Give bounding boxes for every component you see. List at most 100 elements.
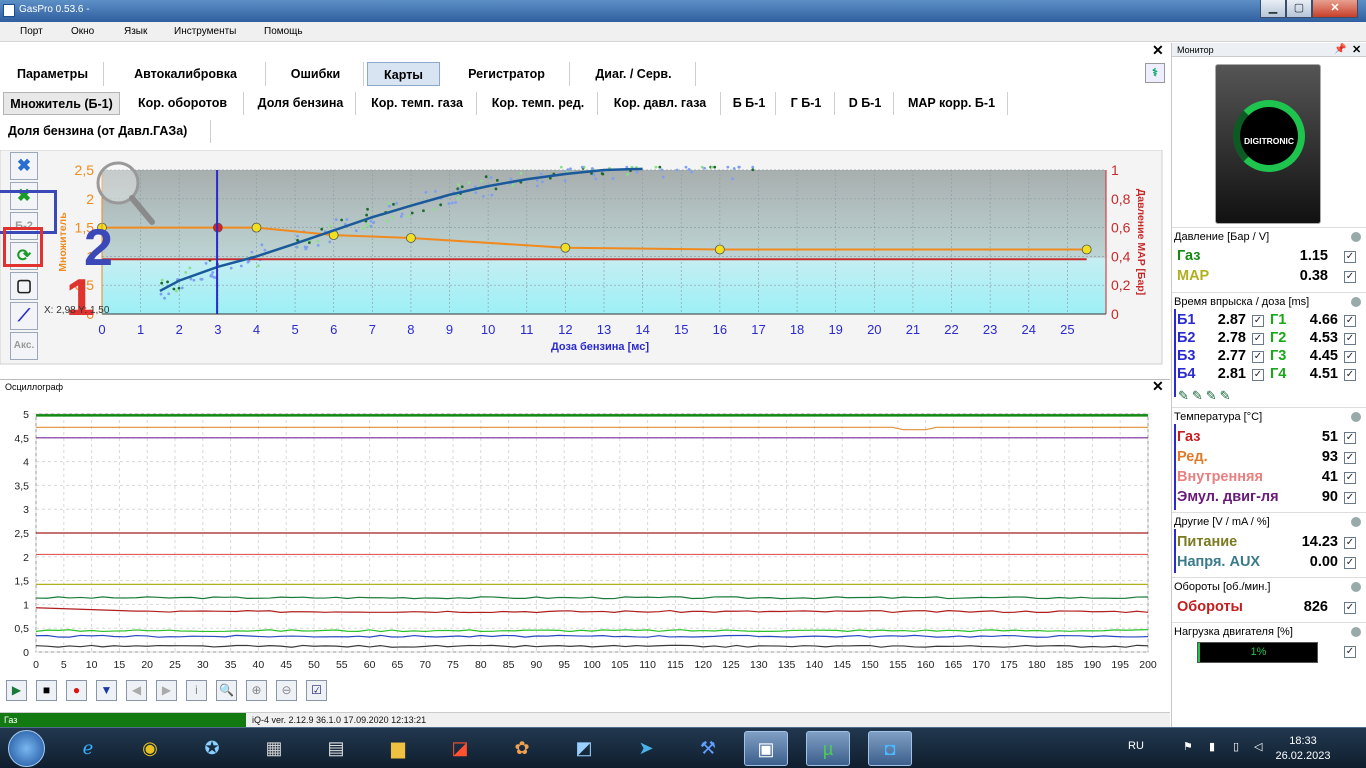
next-icon[interactable]: ▶ xyxy=(156,680,177,701)
rpm-checkbox[interactable]: ✓ xyxy=(1344,602,1356,614)
tab-autocalibration[interactable]: Автокалибровка xyxy=(106,62,266,86)
prev-icon[interactable]: ◀ xyxy=(126,680,147,701)
close-icon[interactable]: ✕ xyxy=(1352,43,1361,56)
temperature-checkbox[interactable]: ✓ xyxy=(1344,492,1356,504)
petrol-injector-checkbox[interactable]: ✓ xyxy=(1252,369,1264,381)
tab-errors[interactable]: Ошибки xyxy=(268,62,364,86)
network-tray-icon[interactable]: ▮ xyxy=(1209,740,1215,753)
eye-icon[interactable] xyxy=(1351,412,1361,422)
notes-icon[interactable]: ◩ xyxy=(562,731,606,766)
pin-icon[interactable]: 📌 xyxy=(1334,44,1346,55)
petrol-injector-checkbox[interactable]: ✓ xyxy=(1252,333,1264,345)
eye-icon[interactable] xyxy=(1351,517,1361,527)
subtab-map-corr[interactable]: MAP корр. Б-1 xyxy=(896,92,1008,115)
close-icon[interactable]: ✕ xyxy=(1152,42,1164,59)
app-arrow-icon[interactable]: ◪ xyxy=(438,731,482,766)
tab-parameters[interactable]: Параметры xyxy=(2,62,104,86)
subtab-multiplier[interactable]: Множитель (Б-1) xyxy=(3,92,120,115)
window-icon[interactable]: ▢ xyxy=(10,272,38,300)
petrol-injector-checkbox[interactable]: ✓ xyxy=(1252,315,1264,327)
remote-desktop-icon[interactable]: ▣ xyxy=(744,731,788,766)
network-icon[interactable]: ✪ xyxy=(190,731,234,766)
gas-injector-checkbox[interactable]: ✓ xyxy=(1344,369,1356,381)
accessories-button[interactable]: Акс. xyxy=(10,332,38,360)
osc-y-tick: 4 xyxy=(23,457,29,469)
clock[interactable]: 18:33 26.02.2023 xyxy=(1270,734,1336,764)
zoom-out-icon[interactable]: ⊖ xyxy=(276,680,297,701)
map-scatter-point xyxy=(494,187,498,191)
maximize-button[interactable]: ▢ xyxy=(1286,0,1312,18)
engine-load-checkbox[interactable]: ✓ xyxy=(1344,646,1356,658)
temperature-checkbox[interactable]: ✓ xyxy=(1344,452,1356,464)
menu-help[interactable]: Помощь xyxy=(264,26,303,37)
download-icon[interactable]: ▼ xyxy=(96,680,117,701)
subtab-gas-press-corr[interactable]: Кор. давл. газа xyxy=(600,92,721,115)
tab-recorder[interactable]: Регистратор xyxy=(444,62,570,86)
subtab-b-b1[interactable]: Б Б-1 xyxy=(723,92,776,115)
zoom-fit-icon[interactable]: ✖ xyxy=(10,152,38,180)
tab-maps[interactable]: Карты xyxy=(367,62,440,86)
tab-diag-service[interactable]: Диаг. / Серв. xyxy=(572,62,696,86)
map-x-tick: 9 xyxy=(446,322,453,337)
stop-icon[interactable]: ■ xyxy=(36,680,57,701)
utorrent-icon[interactable]: µ xyxy=(806,731,850,766)
osc-x-tick: 0 xyxy=(33,659,39,671)
paint-icon[interactable]: ✿ xyxy=(500,731,544,766)
temperature-checkbox[interactable]: ✓ xyxy=(1344,432,1356,444)
subtab-gas-temp-corr[interactable]: Кор. темп. газа xyxy=(358,92,477,115)
map-scatter-point xyxy=(635,170,639,174)
start-button[interactable] xyxy=(8,730,45,767)
record-icon[interactable]: ● xyxy=(66,680,87,701)
map-scatter-point xyxy=(328,240,332,244)
subtab-rpm-corr[interactable]: Кор. оборотов xyxy=(122,92,244,115)
gas-injector-checkbox[interactable]: ✓ xyxy=(1344,315,1356,327)
tools-icon[interactable]: ⚒ xyxy=(686,731,730,766)
multiplier-map-chart[interactable]: 0 1 2 3 4 5 6 7 8 9 10 11 12 13 14 15 16 17 18 19 20 21 22 23 24… xyxy=(0,150,1170,366)
minimize-button[interactable]: ▁ xyxy=(1260,0,1286,18)
eye-icon[interactable] xyxy=(1351,297,1361,307)
zoom-icon[interactable]: 🔍 xyxy=(216,680,237,701)
temperature-checkbox[interactable]: ✓ xyxy=(1344,472,1356,484)
oscilloscope-chart[interactable]: 0 5 10 15 20 25 30 35 40 45 50 55 60 65 70 75 80 85 90 95 10… xyxy=(0,393,1170,679)
gas-injector-checkbox[interactable]: ✓ xyxy=(1344,351,1356,363)
subtab-red-temp-corr[interactable]: Кор. темп. ред. xyxy=(479,92,598,115)
info-icon[interactable]: i xyxy=(186,680,207,701)
flag-icon[interactable]: ⚑ xyxy=(1183,740,1193,753)
subtab-d-b1[interactable]: D Б-1 xyxy=(837,92,894,115)
eye-icon[interactable] xyxy=(1351,627,1361,637)
aux-voltage-checkbox[interactable]: ✓ xyxy=(1344,557,1356,569)
language-indicator[interactable]: RU xyxy=(1128,740,1144,752)
eye-icon[interactable] xyxy=(1351,582,1361,592)
chart-line-icon[interactable]: ⟋ xyxy=(10,302,38,330)
subtab-petrol-share-gas-press[interactable]: Доля бензина (от Давл.ГАЗа) xyxy=(3,120,211,143)
gaspro-taskbar-icon[interactable]: ◘ xyxy=(868,731,912,766)
close-button[interactable]: ✕ xyxy=(1312,0,1358,18)
battery-icon[interactable]: ▯ xyxy=(1233,740,1239,753)
subtab-g-b1[interactable]: Г Б-1 xyxy=(778,92,835,115)
map-scatter-point xyxy=(229,266,233,270)
eye-icon[interactable] xyxy=(1351,232,1361,242)
gas-injector-checkbox[interactable]: ✓ xyxy=(1344,333,1356,345)
zoom-in-icon[interactable]: ⊕ xyxy=(246,680,267,701)
map-pressure-checkbox[interactable]: ✓ xyxy=(1344,271,1356,283)
menu-language[interactable]: Язык xyxy=(124,26,147,37)
chrome-icon[interactable]: ◉ xyxy=(128,731,172,766)
help-icon[interactable]: ⚕ xyxy=(1145,63,1165,83)
menu-port[interactable]: Порт xyxy=(20,26,43,37)
play-icon[interactable]: ▶ xyxy=(6,680,27,701)
calculator-icon[interactable]: ▦ xyxy=(252,731,296,766)
power-checkbox[interactable]: ✓ xyxy=(1344,537,1356,549)
telegram-icon[interactable]: ➤ xyxy=(624,731,668,766)
explorer-icon[interactable]: ▆ xyxy=(376,731,420,766)
ie-icon[interactable]: ℯ xyxy=(66,731,110,766)
volume-icon[interactable]: ◁ xyxy=(1254,740,1262,753)
menu-window[interactable]: Окно xyxy=(71,26,94,37)
petrol-injector-checkbox[interactable]: ✓ xyxy=(1252,351,1264,363)
checkbox-icon[interactable]: ☑ xyxy=(306,680,327,701)
engine-load-bar: 1% xyxy=(1197,642,1318,663)
fuel-mode-indicator: Газ xyxy=(0,713,246,727)
gas-pressure-checkbox[interactable]: ✓ xyxy=(1344,251,1356,263)
subtab-petrol-share[interactable]: Доля бензина xyxy=(246,92,356,115)
video-icon[interactable]: ▤ xyxy=(314,731,358,766)
menu-tools[interactable]: Инструменты xyxy=(174,26,236,37)
